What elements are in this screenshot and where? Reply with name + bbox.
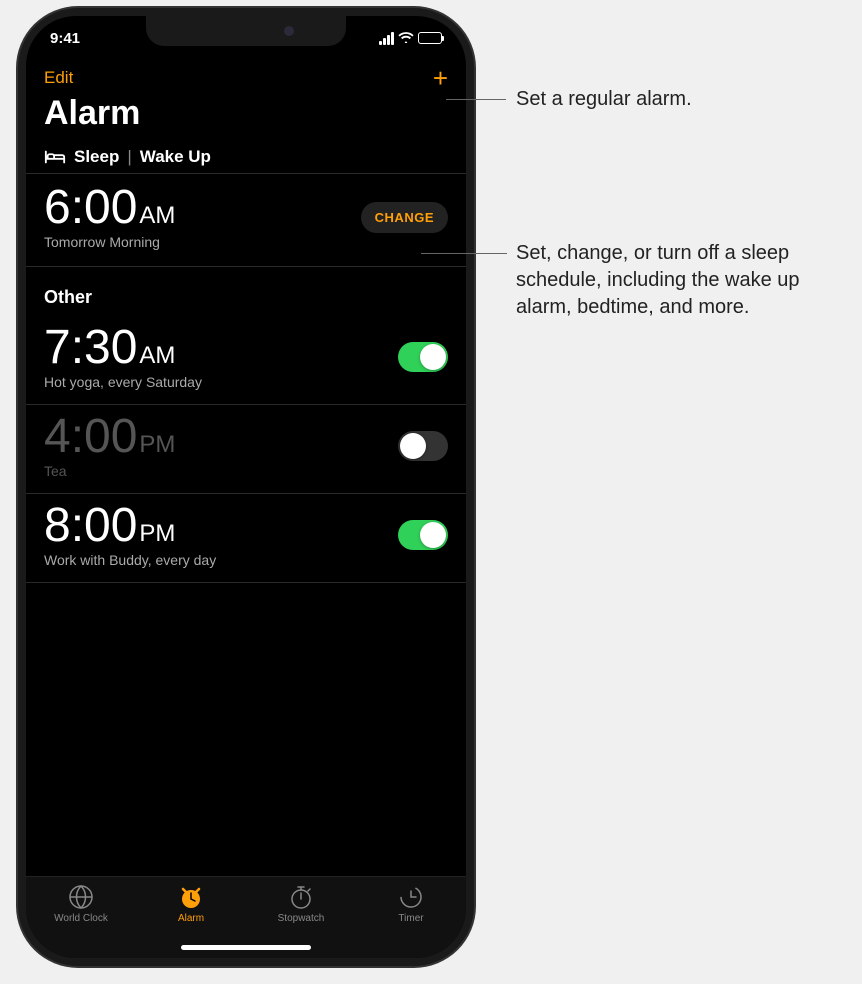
alarm-row: 8:00PM Work with Buddy, every day (26, 494, 466, 583)
alarm-toggle[interactable] (398, 342, 448, 372)
page-title: Alarm (26, 88, 466, 147)
phone-screen: 9:41 Edit + Alarm Sleep | Wake Up (26, 16, 466, 958)
tab-label: Alarm (178, 913, 204, 924)
wake-subtitle: Tomorrow Morning (44, 234, 175, 250)
wake-time: 6:00 AM (44, 184, 175, 232)
callout-line (421, 253, 507, 254)
other-header: Other (26, 267, 466, 316)
alarm-time: 4:00PM (44, 413, 175, 461)
alarm-label: Tea (44, 463, 175, 479)
bed-icon (44, 149, 66, 165)
timer-icon (397, 883, 425, 911)
divider: | (127, 147, 131, 167)
phone-frame: 9:41 Edit + Alarm Sleep | Wake Up (18, 8, 474, 966)
alarm-toggle[interactable] (398, 431, 448, 461)
tab-label: World Clock (54, 913, 108, 924)
alarm-toggle[interactable] (398, 520, 448, 550)
alarm-row: 7:30AM Hot yoga, every Saturday (26, 316, 466, 405)
tab-label: Stopwatch (278, 913, 325, 924)
alarm-row: 4:00PM Tea (26, 405, 466, 494)
edit-button[interactable]: Edit (44, 68, 73, 88)
wake-label: Wake Up (140, 147, 211, 167)
stopwatch-icon (287, 883, 315, 911)
cellular-icon (379, 32, 394, 45)
alarm-label: Hot yoga, every Saturday (44, 374, 202, 390)
home-indicator[interactable] (181, 945, 311, 950)
alarm-icon (177, 883, 205, 911)
callout-change: Set, change, or turn off a sleep schedul… (516, 240, 856, 321)
wake-alarm-row: 6:00 AM Tomorrow Morning CHANGE (26, 174, 466, 267)
callout-add: Set a regular alarm. (516, 86, 692, 113)
tab-label: Timer (398, 913, 423, 924)
alarm-time: 8:00PM (44, 502, 216, 550)
wifi-icon (398, 30, 414, 47)
world-clock-icon (67, 883, 95, 911)
sleep-section-header: Sleep | Wake Up (26, 147, 466, 174)
tab-bar: World Clock Alarm Stopwatch Timer (26, 876, 466, 958)
tab-world-clock[interactable]: World Clock (26, 883, 136, 958)
status-time: 9:41 (50, 30, 80, 47)
nav-bar: Edit + (26, 60, 466, 88)
alarm-label: Work with Buddy, every day (44, 552, 216, 568)
change-button[interactable]: CHANGE (361, 202, 448, 233)
alarm-time: 7:30AM (44, 324, 202, 372)
sleep-label: Sleep (74, 147, 119, 167)
tab-timer[interactable]: Timer (356, 883, 466, 958)
add-alarm-button[interactable]: + (433, 68, 448, 88)
battery-icon (418, 32, 442, 44)
callout-line (446, 99, 506, 100)
notch (146, 16, 346, 46)
